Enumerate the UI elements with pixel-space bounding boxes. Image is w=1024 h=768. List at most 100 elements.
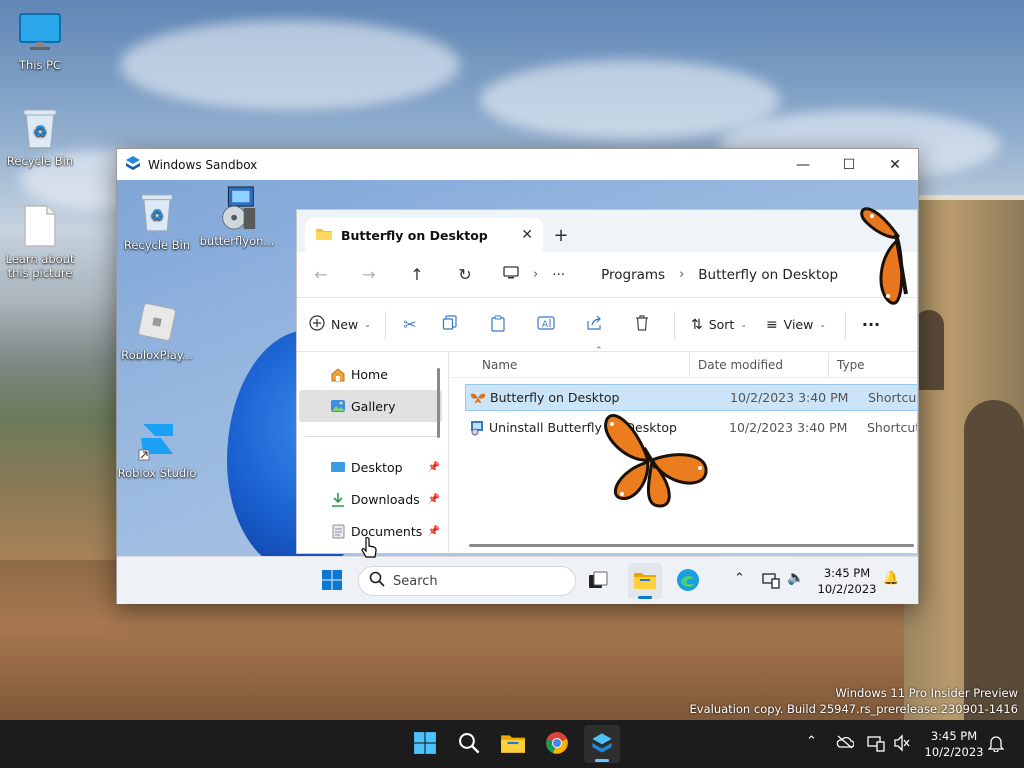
nav-item-desktop[interactable]: Desktop 📌 — [297, 451, 448, 483]
windows-logo-icon — [321, 569, 343, 594]
column-header-date[interactable]: Date modified — [690, 358, 828, 372]
breadcrumb-item-programs[interactable]: Programs — [601, 267, 665, 283]
refresh-icon[interactable]: ↻ — [441, 265, 489, 284]
horizontal-scrollbar[interactable] — [469, 544, 914, 547]
cut-button[interactable]: ✂ — [394, 298, 426, 352]
new-tab-button[interactable]: + — [543, 218, 579, 252]
forward-arrow-icon[interactable]: → — [345, 265, 393, 284]
desktop-icon-recycle-bin[interactable]: ♻ Recycle Bin — [0, 106, 80, 168]
scissors-icon: ✂ — [403, 315, 417, 334]
network-icon[interactable] — [867, 734, 885, 755]
minimize-button[interactable]: — — [780, 149, 826, 180]
sandbox-icon-roblox-studio[interactable]: Roblox Studio — [117, 418, 197, 480]
nav-item-gallery[interactable]: Gallery — [299, 390, 442, 422]
sandbox-icon-roblox-player[interactable]: RobloxPlay... — [117, 300, 197, 362]
rename-icon: A — [537, 315, 555, 334]
sandbox-icon-recycle-bin[interactable]: ♻ Recycle Bin — [117, 190, 197, 252]
column-header-name[interactable]: Name — [449, 358, 689, 372]
table-row[interactable]: Butterfly on Desktop 10/2/2023 3:40 PM S… — [465, 384, 917, 411]
breadcrumb-item-butterfly[interactable]: Butterfly on Desktop — [698, 267, 838, 283]
notification-bell-icon[interactable]: 🔔 — [883, 571, 899, 586]
search-placeholder: Search — [393, 573, 438, 589]
search-icon — [458, 732, 480, 757]
butterfly-icon — [860, 207, 908, 305]
tab-strip: Butterfly on Desktop ✕ + — [297, 210, 917, 252]
up-arrow-icon[interactable]: ↑ — [393, 265, 441, 284]
nav-item-downloads[interactable]: Downloads 📌 — [297, 483, 448, 515]
windows-logo-icon — [413, 731, 437, 758]
task-view-button[interactable] — [583, 566, 613, 596]
host-file-explorer[interactable] — [498, 729, 528, 759]
folder-icon — [315, 227, 333, 244]
rename-button[interactable]: A — [522, 298, 570, 352]
host-start-button[interactable] — [410, 729, 440, 759]
close-button[interactable]: ✕ — [872, 149, 918, 180]
column-header-type[interactable]: Type — [829, 358, 865, 372]
sandbox-icon-butterfly-installer[interactable]: butterflyon... — [197, 186, 277, 248]
host-chrome[interactable] — [542, 729, 572, 759]
sandbox-title-bar[interactable]: Windows Sandbox — ☐ ✕ — [117, 149, 918, 180]
desktop-icon-label: RobloxPlay... — [121, 348, 193, 362]
volume-muted-icon[interactable] — [893, 734, 911, 755]
host-clock[interactable]: 3:45 PM 10/2/2023 — [920, 728, 988, 760]
taskbar-file-explorer[interactable] — [628, 563, 662, 599]
svg-text:♻: ♻ — [33, 122, 47, 141]
watermark-line2: Evaluation copy. Build 25947.rs_prerelea… — [689, 702, 1018, 716]
task-view-icon — [587, 570, 609, 593]
tab-butterfly-on-desktop[interactable]: Butterfly on Desktop ✕ — [305, 218, 543, 252]
sandbox-app-icon — [125, 155, 141, 174]
tab-close-icon[interactable]: ✕ — [521, 227, 533, 243]
chevron-up-icon[interactable]: ⌃ — [734, 571, 745, 586]
nav-item-home[interactable]: Home — [297, 358, 448, 390]
folder-icon — [633, 570, 657, 593]
computer-icon — [503, 265, 519, 284]
documents-icon — [329, 524, 347, 539]
butterfly-shortcut-icon — [466, 392, 490, 404]
desktop-icon-label: Roblox Studio — [117, 466, 197, 480]
pin-icon[interactable]: 📌 — [428, 526, 440, 537]
host-windows-sandbox[interactable] — [584, 725, 620, 763]
recycle-bin-icon: ♻ — [135, 190, 179, 234]
maximize-button[interactable]: ☐ — [826, 149, 872, 180]
plus-circle-icon — [309, 315, 325, 334]
copy-button[interactable] — [426, 298, 474, 352]
clock-time: 3:45 PM — [823, 566, 871, 580]
watermark-line1: Windows 11 Pro Insider Preview — [835, 686, 1018, 700]
sandbox-window: Windows Sandbox — ☐ ✕ ♻ Recycle Bin butt… — [116, 148, 919, 604]
nav-scrollbar[interactable] — [437, 368, 440, 438]
onedrive-offline-icon[interactable] — [836, 735, 855, 752]
file-name: Butterfly on Desktop — [490, 390, 620, 405]
gallery-icon — [329, 399, 347, 413]
back-arrow-icon[interactable]: ← — [297, 265, 345, 284]
roblox-studio-icon — [135, 418, 179, 462]
desktop-icon-learn-picture[interactable]: Learn about this picture — [0, 204, 80, 280]
edge-icon — [676, 568, 700, 595]
home-icon — [329, 367, 347, 382]
sandbox-taskbar: Search ⌃ 🔈 3:45 PM 10/2/2023 🔔 — [117, 556, 918, 604]
pin-icon[interactable]: 📌 — [428, 462, 440, 473]
desktop-icon-this-pc[interactable]: This PC — [0, 10, 80, 72]
host-search-button[interactable] — [454, 729, 484, 759]
volume-icon[interactable]: 🔈 — [787, 570, 804, 586]
breadcrumb-more[interactable]: ··· — [552, 267, 565, 283]
taskbar-edge[interactable] — [673, 566, 703, 596]
cloud — [120, 20, 460, 110]
sort-button[interactable]: ⇅ Sort ⌄ — [683, 298, 755, 352]
view-button[interactable]: ≡ View ⌄ — [755, 298, 837, 352]
delete-button[interactable] — [618, 298, 666, 352]
taskbar-search-box[interactable]: Search — [358, 566, 576, 596]
share-button[interactable] — [570, 298, 618, 352]
desktop-folder-icon — [329, 461, 347, 473]
active-indicator — [638, 596, 652, 599]
network-icon[interactable] — [762, 571, 780, 592]
notification-bell-icon[interactable] — [987, 734, 1005, 755]
file-date: 10/2/2023 3:40 PM — [729, 420, 848, 435]
start-button[interactable] — [317, 566, 347, 596]
breadcrumb[interactable]: › ··· Programs › Butterfly on Desktop — [503, 265, 838, 284]
new-button[interactable]: New ⌄ — [303, 298, 377, 352]
chevron-up-icon[interactable]: ⌃ — [806, 734, 817, 749]
new-label: New — [331, 317, 359, 332]
pin-icon[interactable]: 📌 — [428, 494, 440, 505]
paste-button[interactable] — [474, 298, 522, 352]
sandbox-clock[interactable]: 3:45 PM 10/2/2023 — [817, 565, 877, 597]
